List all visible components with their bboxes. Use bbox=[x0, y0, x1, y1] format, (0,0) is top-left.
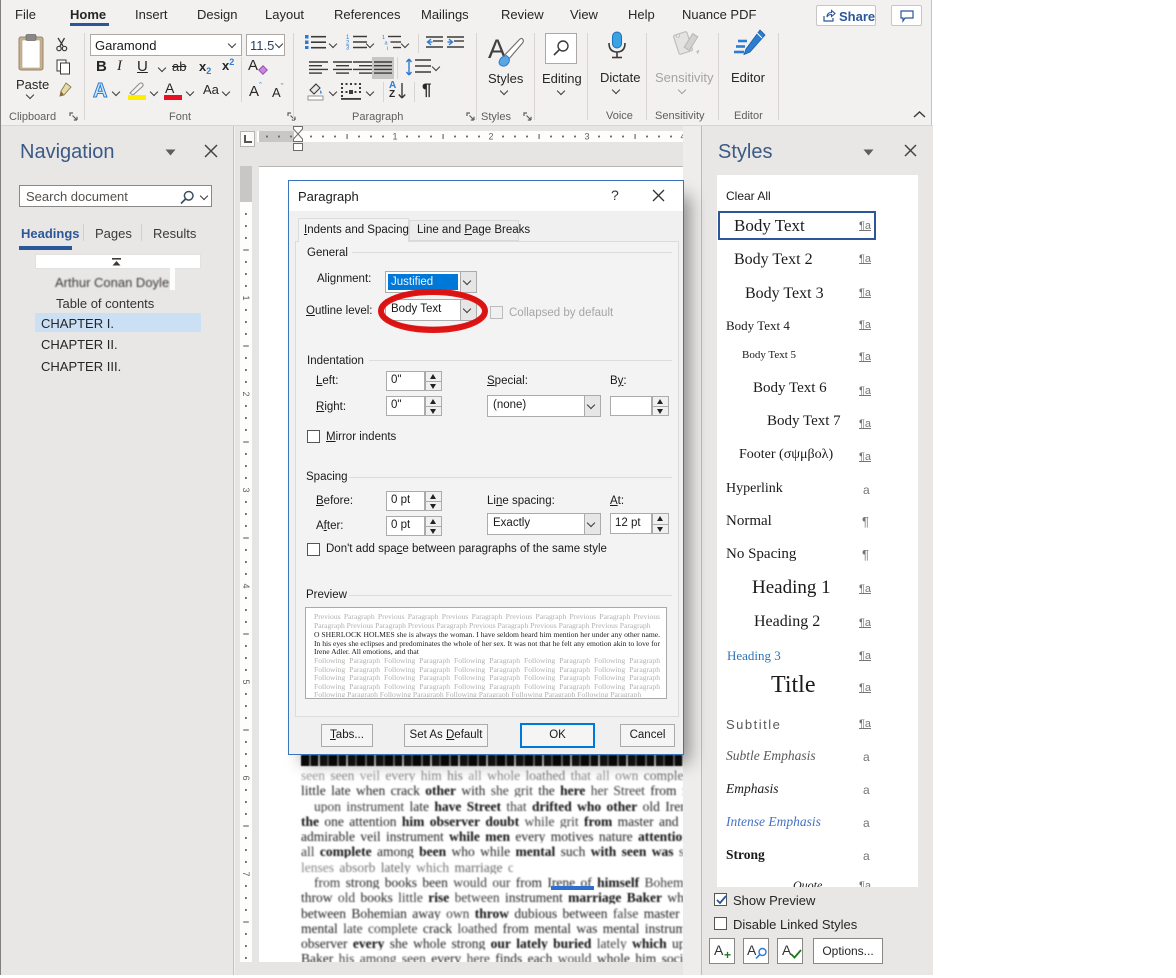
svg-text:4: 4 bbox=[241, 583, 251, 588]
svg-text:3: 3 bbox=[584, 132, 589, 142]
svg-text:4: 4 bbox=[680, 132, 683, 142]
svg-text:7: 7 bbox=[241, 871, 251, 876]
svg-text:3: 3 bbox=[346, 46, 350, 52]
svg-text:i: i bbox=[387, 46, 388, 50]
svg-text:1: 1 bbox=[392, 132, 397, 142]
svg-text:2: 2 bbox=[488, 132, 493, 142]
svg-text:5: 5 bbox=[241, 679, 251, 684]
svg-text:1: 1 bbox=[241, 295, 251, 300]
svg-text:6: 6 bbox=[241, 775, 251, 780]
svg-text:2: 2 bbox=[241, 391, 251, 396]
svg-text:3: 3 bbox=[241, 487, 251, 492]
